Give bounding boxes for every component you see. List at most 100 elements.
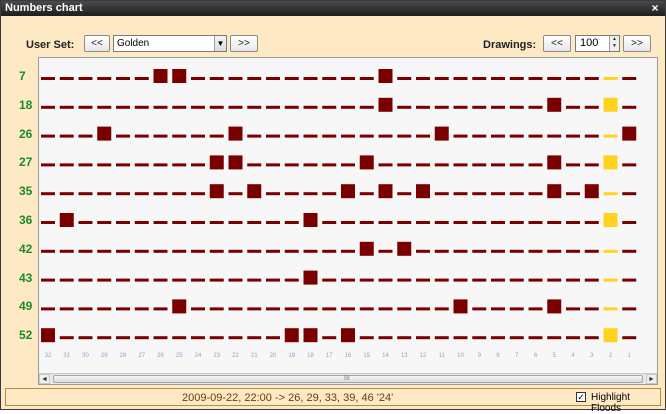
hit-square [41, 328, 55, 343]
prev-drawings-button[interactable]: << [543, 35, 571, 52]
miss-dash [228, 307, 243, 311]
stepper-arrows[interactable]: ▲ ▼ [609, 36, 619, 51]
hit-square [303, 270, 318, 285]
miss-dash [341, 278, 355, 282]
miss-dash [584, 105, 599, 109]
miss-dash [266, 278, 280, 282]
miss-dash [359, 336, 374, 340]
miss-dash [603, 278, 618, 282]
miss-dash [472, 336, 487, 340]
miss-dash [191, 278, 205, 282]
miss-dash [172, 105, 187, 109]
scroll-right-icon[interactable]: ► [646, 374, 657, 384]
miss-dash [528, 134, 543, 138]
miss-dash [509, 163, 524, 167]
miss-dash [622, 221, 637, 224]
miss-dash [509, 249, 524, 253]
column-label: 3 [590, 353, 594, 359]
miss-dash [491, 221, 505, 224]
hit-square [97, 126, 112, 141]
horizontal-scrollbar[interactable]: ◄ III ► [39, 373, 657, 384]
row-number-label: 7 [19, 69, 26, 83]
chevron-down-icon[interactable]: ▼ [214, 36, 226, 51]
miss-dash [434, 278, 449, 282]
miss-dash [622, 105, 637, 109]
hit-square [378, 184, 393, 199]
drawings-count-stepper[interactable]: 100 ▲ ▼ [575, 35, 620, 52]
highlight-square [603, 155, 618, 170]
miss-dash [434, 221, 449, 224]
miss-dash [116, 336, 130, 340]
prev-user-set-button[interactable]: << [84, 35, 110, 52]
miss-dash [228, 278, 243, 282]
stepper-down-icon[interactable]: ▼ [610, 43, 619, 50]
miss-dash [284, 278, 299, 282]
column-label: 2 [609, 353, 613, 359]
scrollbar-thumb[interactable]: III [53, 375, 643, 383]
miss-dash [97, 307, 112, 311]
miss-dash [359, 221, 374, 224]
hit-square [228, 155, 243, 170]
miss-dash [491, 307, 505, 311]
hit-square [359, 241, 374, 256]
close-icon[interactable]: × [649, 1, 661, 16]
miss-dash [59, 336, 74, 340]
miss-dash [603, 134, 618, 138]
miss-dash [622, 336, 637, 340]
miss-dash [416, 163, 430, 167]
highlight-floods-label[interactable]: Highlight Floods [591, 392, 660, 414]
miss-dash [116, 163, 130, 167]
next-drawings-button[interactable]: >> [623, 35, 651, 52]
stepper-up-icon[interactable]: ▲ [610, 36, 619, 43]
miss-dash [209, 278, 224, 282]
highlight-floods-checkbox[interactable]: ✓ [576, 392, 586, 402]
miss-dash [509, 336, 524, 340]
scroll-left-icon[interactable]: ◄ [39, 374, 50, 384]
miss-dash [78, 105, 93, 109]
miss-dash [547, 278, 562, 282]
miss-dash [397, 163, 412, 167]
miss-dash [134, 278, 149, 282]
miss-dash [41, 278, 55, 282]
miss-dash [378, 307, 393, 311]
column-label: 32 [45, 353, 52, 359]
miss-dash [41, 163, 55, 167]
miss-dash [172, 249, 187, 253]
miss-dash [209, 249, 224, 253]
hit-square [153, 69, 168, 83]
miss-dash [528, 221, 543, 224]
hit-square [172, 69, 187, 83]
miss-dash [97, 221, 112, 224]
user-set-select[interactable]: Golden ▼ [113, 35, 227, 52]
miss-dash [41, 192, 55, 196]
miss-dash [172, 278, 187, 282]
miss-dash [472, 278, 487, 282]
miss-dash [416, 134, 430, 138]
miss-dash [397, 105, 412, 109]
miss-dash [172, 336, 187, 340]
miss-dash [134, 163, 149, 167]
next-user-set-button[interactable]: >> [230, 35, 258, 52]
miss-dash [209, 307, 224, 311]
miss-dash [78, 192, 93, 196]
miss-dash [491, 249, 505, 253]
miss-dash [41, 77, 55, 80]
hit-square [359, 155, 374, 170]
row-number-label: 36 [19, 213, 33, 227]
miss-dash [134, 192, 149, 196]
column-label: 16 [345, 353, 352, 359]
miss-dash [472, 77, 487, 80]
hit-square [284, 328, 299, 343]
hit-square [584, 184, 599, 199]
miss-dash [266, 134, 280, 138]
row-number-label: 26 [19, 126, 33, 141]
miss-dash [322, 336, 337, 340]
miss-dash [603, 192, 618, 196]
miss-dash [228, 336, 243, 340]
miss-dash [247, 105, 262, 109]
miss-dash [59, 278, 74, 282]
hit-square [547, 97, 562, 112]
miss-dash [41, 249, 55, 253]
hit-square [172, 299, 187, 314]
miss-dash [434, 249, 449, 253]
